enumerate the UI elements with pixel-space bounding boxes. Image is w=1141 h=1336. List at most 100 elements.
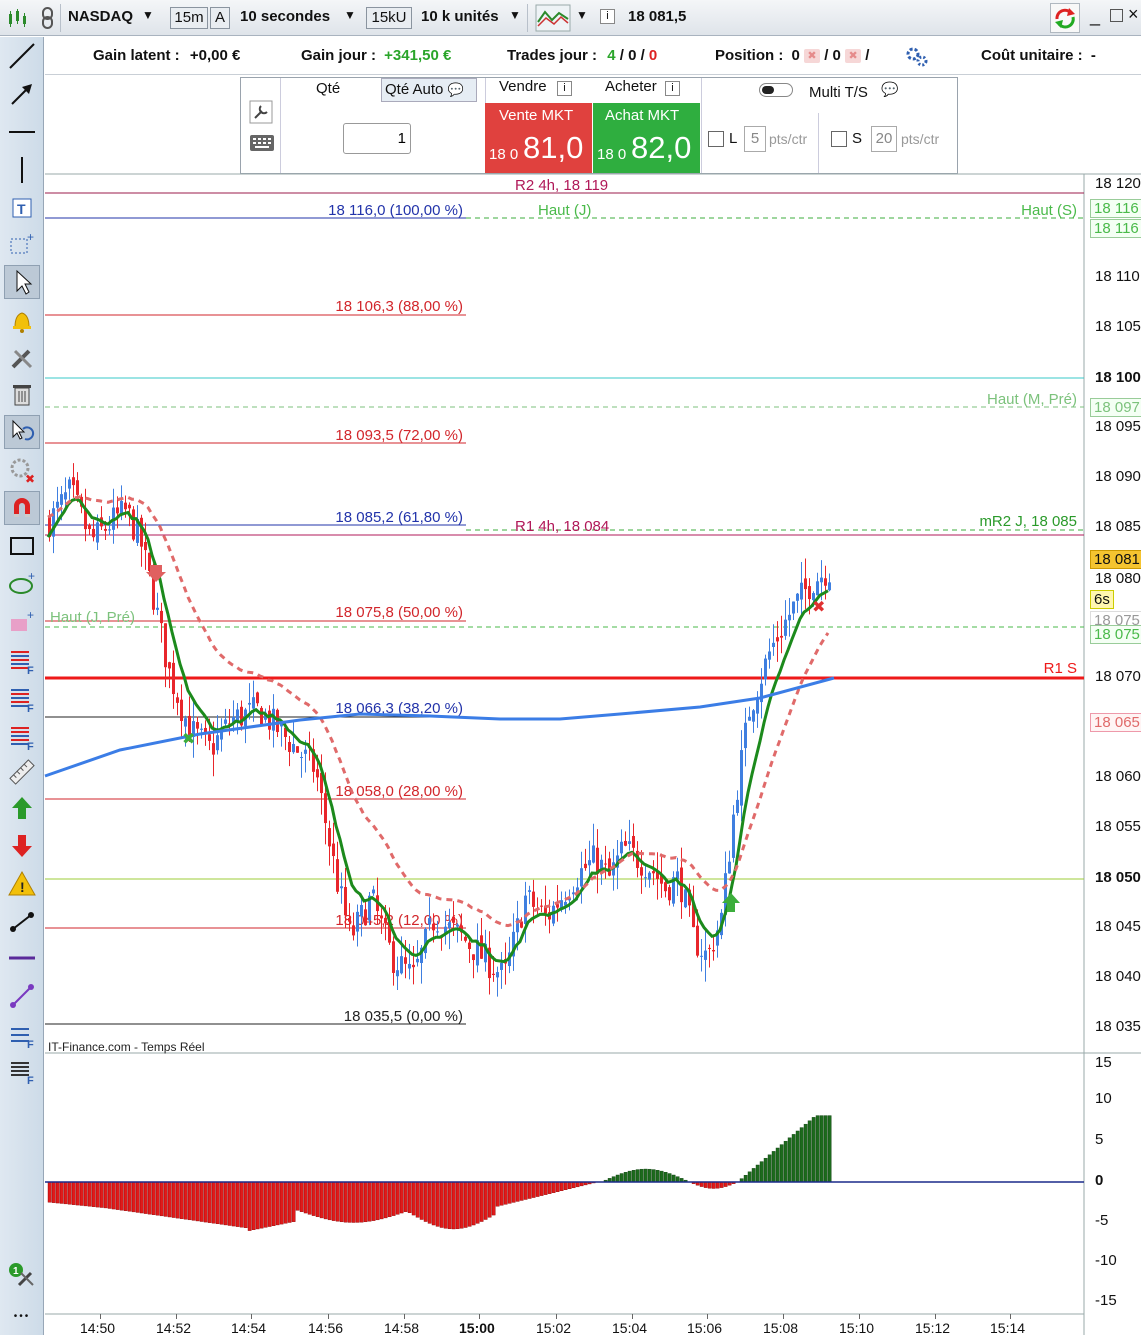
candle-body	[172, 662, 175, 695]
time-tick-mark	[404, 1314, 405, 1319]
time-tick: 15:08	[763, 1320, 799, 1336]
oscillator-bar	[415, 1181, 420, 1218]
oscillator-bar	[379, 1181, 384, 1220]
fib-50-label: 18 075,8 (50,00 %)	[335, 604, 463, 621]
oscillator-bar	[147, 1181, 152, 1215]
oscillator-bar	[191, 1181, 196, 1221]
oscillator-bar	[527, 1181, 532, 1199]
fib-28-label: 18 058,0 (28,00 %)	[335, 783, 463, 800]
haut-s-price-tag: 18 116	[1090, 199, 1141, 218]
oscillator-bar	[271, 1181, 276, 1226]
candle-body	[68, 479, 71, 489]
osc-tick: -5	[1095, 1212, 1109, 1229]
oscillator-bar	[287, 1181, 292, 1223]
candle-body	[524, 895, 527, 924]
oscillator-bar	[711, 1181, 716, 1189]
candle-body	[452, 916, 455, 923]
candle-body	[708, 947, 711, 949]
candle-body	[412, 964, 415, 968]
price-tick: 18 050	[1095, 869, 1141, 886]
candle-body	[796, 593, 799, 601]
oscillator-bar	[67, 1181, 72, 1205]
candle-body	[352, 925, 355, 936]
trade-markers: ✖ ✖	[146, 565, 825, 912]
candle-body	[348, 918, 351, 922]
oscillator-bar	[351, 1181, 356, 1223]
candle-body	[408, 963, 411, 969]
haut-j-label: Haut (J)	[538, 202, 591, 219]
candle-body	[464, 936, 467, 941]
time-tick: 15:02	[536, 1320, 572, 1336]
oscillator-bar	[783, 1140, 788, 1183]
oscillator-bar	[423, 1181, 428, 1222]
price-tick: 18 120	[1095, 175, 1141, 192]
oscillator-bar	[795, 1130, 800, 1183]
time-tick: 15:04	[612, 1320, 648, 1336]
candle-body	[620, 841, 623, 854]
oscillator-bar	[195, 1181, 200, 1222]
oscillator-bar	[407, 1181, 412, 1213]
price-tick: 18 105	[1095, 318, 1141, 335]
oscillator-bar	[563, 1181, 568, 1190]
oscillator-bar	[299, 1181, 304, 1212]
fib-618-label: 18 085,2 (61,80 %)	[335, 509, 463, 526]
candle-body	[156, 607, 159, 610]
price-chart[interactable]: IT-Finance.com - Temps Réel R2 4h, 18 11…	[0, 0, 1141, 1335]
time-tick: 15:12	[915, 1320, 951, 1336]
candle-body	[128, 504, 131, 509]
oscillator-bar	[99, 1181, 104, 1208]
time-tick-mark	[632, 1314, 633, 1319]
candle-body	[260, 707, 263, 726]
oscillator-bar	[651, 1169, 656, 1183]
price-tick: 18 045	[1095, 918, 1141, 935]
oscillator-bar	[123, 1181, 128, 1211]
oscillator-bar	[479, 1181, 484, 1222]
candle-body	[212, 743, 215, 755]
candle-body	[480, 935, 483, 959]
osc-tick: 5	[1095, 1131, 1104, 1148]
candle-body	[640, 867, 643, 876]
oscillator-bar	[511, 1181, 516, 1203]
time-tick: 15:06	[687, 1320, 723, 1336]
oscillator-bar	[155, 1181, 160, 1216]
candle-body	[216, 735, 219, 751]
candle-body	[704, 950, 707, 960]
candle-body	[356, 911, 359, 932]
oscillator-bar	[279, 1181, 284, 1225]
oscillator-bar	[471, 1181, 476, 1226]
candle-body	[472, 954, 475, 961]
oscillator-bar	[87, 1181, 92, 1207]
oscillator-bar	[315, 1181, 320, 1218]
oscillator-bar	[451, 1181, 456, 1230]
candle-body	[256, 692, 259, 704]
oscillator-bar	[827, 1115, 832, 1183]
haut-j-price-tag: 18 116	[1090, 219, 1141, 238]
time-tick-mark	[479, 1314, 480, 1319]
oscillator-bar	[531, 1181, 536, 1198]
oscillator-bar	[199, 1181, 204, 1222]
candle-body	[116, 507, 119, 514]
candle-body	[652, 871, 655, 874]
time-tick-mark	[251, 1314, 252, 1319]
oscillator-bar	[643, 1168, 648, 1183]
r2-4h-label: R2 4h, 18 119	[515, 177, 608, 194]
candle-body	[392, 941, 395, 973]
oscillator-bar	[175, 1181, 180, 1219]
candle-body	[528, 890, 531, 892]
oscillator-bar	[339, 1181, 344, 1223]
oscillator-bar	[487, 1181, 492, 1218]
candle-body	[64, 492, 67, 500]
oscillator-bar	[335, 1181, 340, 1222]
candle-body	[820, 577, 823, 583]
oscillator-bar	[459, 1181, 464, 1229]
candle-body	[788, 614, 791, 621]
mr2-j-label: mR2 J, 18 085	[979, 513, 1077, 530]
candle-body	[224, 719, 227, 724]
oscillator-bar	[55, 1181, 60, 1204]
candle-body	[296, 746, 299, 753]
oscillator-bar	[391, 1181, 396, 1216]
candle-body	[448, 922, 451, 929]
oscillator-bar	[655, 1170, 660, 1183]
oscillator-bar	[375, 1181, 380, 1221]
candle-body	[632, 836, 635, 848]
